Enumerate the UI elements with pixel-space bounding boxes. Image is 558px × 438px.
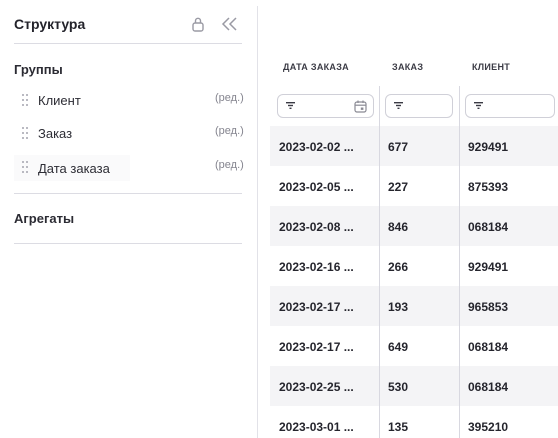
table-cell: 929491: [468, 140, 509, 154]
table-row[interactable]: 2023-02-02 ... 677 929491: [270, 126, 558, 166]
column-divider: [459, 86, 460, 438]
group-label: Заказ: [38, 126, 73, 141]
table-row[interactable]: 2023-02-25 ... 530 068184: [270, 366, 558, 406]
groups-title: Группы: [14, 62, 63, 77]
table-cell: 965853: [468, 300, 509, 314]
data-table: ДАТА ЗАКАЗА ЗАКАЗ КЛИЕНТ 2023-02-02 ... …: [270, 0, 558, 438]
table-cell: 649: [388, 340, 409, 354]
table-cell: 929491: [468, 260, 509, 274]
panel-header: Структура: [14, 14, 242, 44]
table-cell: 068184: [468, 220, 509, 234]
drag-handle-icon[interactable]: [22, 94, 30, 106]
structure-panel: Структура Группы Клиент (ред.) Заказ (ре…: [0, 0, 258, 438]
table-cell: 875393: [468, 180, 509, 194]
divider: [14, 193, 242, 194]
table-cell: 395210: [468, 420, 509, 434]
filter-icon: [286, 102, 295, 109]
table-cell: 677: [388, 140, 409, 154]
table-cell: 227: [388, 180, 409, 194]
filter-icon: [394, 102, 403, 109]
table-cell: 846: [388, 220, 409, 234]
column-header-order[interactable]: ЗАКАЗ: [392, 62, 423, 72]
table-row[interactable]: 2023-03-01 ... 135 395210: [270, 406, 558, 438]
table-cell: 2023-02-02 ...: [279, 140, 354, 154]
table-cell: 2023-02-08 ...: [279, 220, 354, 234]
table-row[interactable]: 2023-02-17 ... 193 965853: [270, 286, 558, 326]
table-cell: 2023-02-17 ...: [279, 340, 354, 354]
divider: [14, 243, 242, 244]
table-cell: 068184: [468, 380, 509, 394]
group-label: Клиент: [38, 93, 81, 108]
table-row[interactable]: 2023-02-08 ... 846 068184: [270, 206, 558, 246]
column-header-client[interactable]: КЛИЕНТ: [472, 62, 510, 72]
table-cell: 530: [388, 380, 409, 394]
group-item-order-date[interactable]: Дата заказа: [14, 155, 130, 181]
drag-handle-icon[interactable]: [22, 127, 30, 139]
panel-title: Структура: [14, 16, 86, 32]
table-cell: 2023-03-01 ...: [279, 420, 354, 434]
group-edit-link[interactable]: (ред.): [215, 159, 244, 171]
group-item-client[interactable]: Клиент (ред.): [14, 88, 244, 114]
group-edit-link[interactable]: (ред.): [215, 125, 244, 137]
calendar-icon[interactable]: [354, 100, 367, 113]
table-cell: 068184: [468, 340, 509, 354]
table-row[interactable]: 2023-02-16 ... 266 929491: [270, 246, 558, 286]
order-filter-input[interactable]: [385, 94, 453, 118]
table-cell: 266: [388, 260, 409, 274]
lock-icon[interactable]: [191, 16, 205, 32]
client-filter-input[interactable]: [465, 94, 555, 118]
table-cell: 2023-02-05 ...: [279, 180, 354, 194]
panel-separator: [257, 6, 258, 438]
drag-handle-icon[interactable]: [22, 161, 30, 173]
aggregates-title: Агрегаты: [14, 211, 75, 226]
group-edit-link[interactable]: (ред.): [215, 92, 244, 104]
column-divider: [379, 86, 380, 438]
filter-icon: [474, 102, 483, 109]
date-filter-input[interactable]: [277, 94, 374, 118]
group-label: Дата заказа: [38, 161, 110, 176]
table-cell: 2023-02-25 ...: [279, 380, 354, 394]
table-cell: 135: [388, 420, 409, 434]
table-row[interactable]: 2023-02-05 ... 227 875393: [270, 166, 558, 206]
group-item-order[interactable]: Заказ (ред.): [14, 121, 244, 147]
table-cell: 193: [388, 300, 409, 314]
collapse-panel-icon[interactable]: [220, 15, 240, 33]
table-row[interactable]: 2023-02-17 ... 649 068184: [270, 326, 558, 366]
table-cell: 2023-02-16 ...: [279, 260, 354, 274]
column-header-order-date[interactable]: ДАТА ЗАКАЗА: [283, 62, 349, 72]
table-cell: 2023-02-17 ...: [279, 300, 354, 314]
